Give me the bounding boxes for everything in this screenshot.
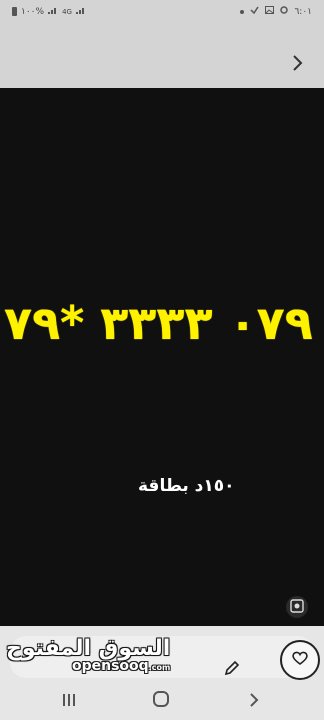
brand-latin-name: opensooq — [72, 658, 149, 674]
brand-latin-suffix: .com — [148, 663, 171, 672]
home-icon[interactable] — [152, 690, 170, 708]
top-nav — [0, 24, 324, 88]
battery-level: ١٠٠% — [21, 6, 45, 17]
heart-icon — [291, 650, 309, 670]
status-right: ٦:٠١ — [240, 6, 312, 17]
price-text: ١٥٠د بطاقة — [138, 476, 235, 496]
lens-button[interactable] — [286, 596, 308, 618]
status-left: ١٠٠% 4G — [12, 6, 86, 17]
status-bar: ١٠٠% 4G ٦:٠١ — [0, 0, 324, 24]
brand-watermark-latin: opensooq.com — [72, 658, 170, 674]
listing-image[interactable]: ٠٧٩ ٣٣٣٣ *٧٩ ١٥٠د بطاقة — [0, 88, 324, 648]
status-time: ٦:٠١ — [294, 6, 312, 17]
back-icon[interactable] — [248, 692, 260, 708]
lens-icon — [290, 598, 304, 617]
recents-icon[interactable] — [62, 692, 76, 708]
image-icon — [265, 6, 275, 17]
gear-icon — [280, 6, 289, 17]
signal-icon-2 — [75, 6, 86, 17]
chevron-right-icon[interactable] — [292, 54, 304, 72]
dot-icon — [240, 7, 245, 17]
network-type: 4G — [62, 7, 72, 16]
signal-icon — [48, 6, 58, 17]
battery-icon — [12, 7, 17, 16]
check-icon — [250, 6, 260, 17]
phone-number: ٠٧٩ ٣٣٣٣ *٧٩ — [4, 296, 313, 350]
favorite-button[interactable] — [280, 640, 320, 680]
pencil-icon[interactable] — [222, 658, 242, 678]
system-nav-bar — [0, 684, 324, 720]
